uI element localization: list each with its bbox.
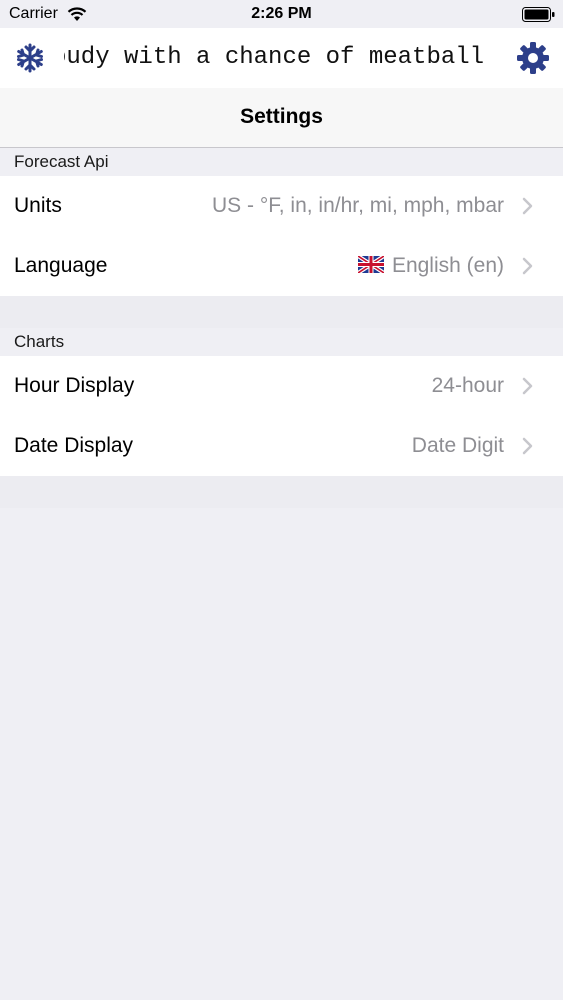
- row-value: English (en): [391, 254, 504, 277]
- row-value: 24-hour: [431, 374, 504, 397]
- section-separator: [0, 296, 563, 328]
- settings-row-units[interactable]: Units US - °F, in, in/hr, mi, mph, mbar: [0, 176, 563, 236]
- clock: 2:26 PM: [251, 5, 312, 22]
- chevron-right-icon: [522, 437, 533, 455]
- row-label: Date Display: [14, 434, 134, 457]
- section-header-charts: Charts: [0, 328, 563, 356]
- status-bar: Carrier 2:26 PM: [0, 0, 563, 28]
- row-value-wrapper: English (en): [357, 236, 504, 296]
- row-value: Date Digit: [411, 434, 504, 457]
- uk-flag-icon: [357, 255, 384, 273]
- forecast-marquee: oudy with a chance of meatball: [64, 41, 495, 75]
- settings-row-language[interactable]: Language English (en): [0, 236, 563, 296]
- section-separator: [0, 476, 563, 508]
- row-label: Hour Display: [14, 374, 135, 397]
- battery-icon: [522, 7, 555, 22]
- snowflake-icon[interactable]: [14, 42, 46, 74]
- navigation-bar: Settings: [0, 88, 563, 148]
- chevron-right-icon: [522, 197, 533, 215]
- top-toolbar: oudy with a chance of meatball: [0, 28, 563, 88]
- chevron-right-icon: [522, 377, 533, 395]
- gear-icon[interactable]: [516, 41, 550, 75]
- marquee-text: oudy with a chance of meatball: [64, 44, 485, 71]
- row-label: Units: [14, 194, 62, 217]
- page-title: Settings: [240, 105, 323, 128]
- row-value: US - °F, in, in/hr, mi, mph, mbar: [212, 194, 504, 217]
- row-label: Language: [14, 254, 108, 277]
- charts-group: Hour Display 24-hour Date Display Date D…: [0, 356, 563, 476]
- settings-row-date-display[interactable]: Date Display Date Digit: [0, 416, 563, 476]
- section-header-forecast-api: Forecast Api: [0, 148, 563, 176]
- chevron-right-icon: [522, 257, 533, 275]
- forecast-api-group: Units US - °F, in, in/hr, mi, mph, mbar …: [0, 176, 563, 296]
- settings-row-hour-display[interactable]: Hour Display 24-hour: [0, 356, 563, 416]
